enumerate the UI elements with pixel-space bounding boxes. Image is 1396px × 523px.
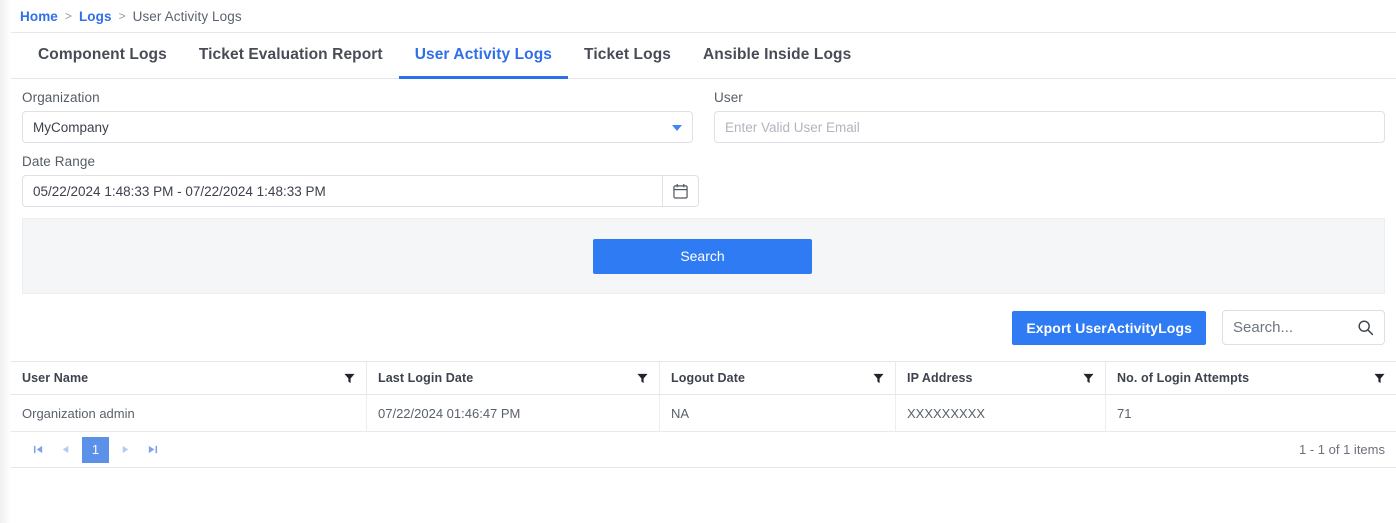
export-user-activity-logs-button[interactable]: Export UserActivityLogs: [1012, 310, 1206, 345]
breadcrumb-separator-icon: >: [64, 9, 72, 23]
date-range-label: Date Range: [22, 154, 96, 169]
filter-funnel-icon[interactable]: [1374, 373, 1385, 384]
date-range-field-group: Date Range 05/22/2024 1:48:33 PM - 07/22…: [22, 154, 1385, 207]
filter-funnel-icon[interactable]: [1083, 373, 1094, 384]
column-header-last-login-date[interactable]: Last Login Date: [367, 362, 660, 394]
cell-last-login-date: 07/22/2024 01:46:47 PM: [367, 395, 660, 431]
user-email-input[interactable]: Enter Valid User Email: [714, 111, 1385, 143]
filter-funnel-icon[interactable]: [637, 373, 648, 384]
organization-select[interactable]: MyCompany: [22, 111, 693, 143]
column-header-label: User Name: [22, 371, 89, 385]
content-area: Home > Logs > User Activity Logs Compone…: [11, 0, 1396, 523]
search-button[interactable]: Search: [593, 238, 812, 274]
breadcrumb-separator-icon: >: [118, 9, 126, 23]
calendar-icon: [673, 183, 688, 199]
cell-ip-address: XXXXXXXXX: [896, 395, 1106, 431]
column-header-login-attempts[interactable]: No. of Login Attempts: [1106, 362, 1396, 394]
page-root: Home > Logs > User Activity Logs Compone…: [0, 0, 1396, 523]
column-header-user-name[interactable]: User Name: [11, 362, 367, 394]
chevron-down-icon[interactable]: [672, 125, 682, 131]
tab-ticket-logs[interactable]: Ticket Logs: [568, 33, 687, 79]
next-page-button[interactable]: [112, 438, 139, 462]
cell-login-attempts: 71: [1117, 405, 1132, 421]
column-header-label: Logout Date: [671, 371, 746, 385]
column-header-ip-address[interactable]: IP Address: [896, 362, 1106, 394]
table-toolbar: Export UserActivityLogs Search...: [11, 294, 1396, 361]
left-gutter: [0, 0, 11, 523]
user-activity-logs-table: User Name Last Login Date Logout Date IP…: [11, 361, 1396, 432]
organization-field-group: Organization MyCompany: [22, 90, 693, 143]
date-range-input[interactable]: 05/22/2024 1:48:33 PM - 07/22/2024 1:48:…: [22, 175, 662, 207]
column-header-label: No. of Login Attempts: [1117, 371, 1250, 385]
table-search-input[interactable]: Search...: [1233, 319, 1293, 336]
first-page-icon: [33, 445, 43, 454]
last-page-button[interactable]: [139, 438, 166, 462]
filter-form: Organization MyCompany User Enter Valid …: [11, 79, 1396, 207]
last-page-icon: [148, 445, 158, 454]
organization-label: Organization: [22, 90, 100, 105]
column-header-label: IP Address: [907, 371, 973, 385]
table-search-box[interactable]: Search...: [1222, 310, 1385, 345]
first-page-button[interactable]: [25, 438, 52, 462]
bottom-spacer: [11, 468, 1396, 489]
breadcrumb: Home > Logs > User Activity Logs: [11, 0, 1396, 33]
tab-bar: Component Logs Ticket Evaluation Report …: [11, 33, 1396, 79]
user-label: User: [714, 90, 743, 105]
search-action-band: Search: [22, 218, 1385, 294]
column-header-logout-date[interactable]: Logout Date: [660, 362, 896, 394]
pagination-controls: 1: [25, 436, 166, 463]
next-page-icon: [122, 445, 129, 454]
table-header-row: User Name Last Login Date Logout Date IP…: [11, 361, 1396, 395]
organization-selected-value: MyCompany: [33, 119, 109, 135]
column-header-label: Last Login Date: [378, 371, 474, 385]
table-row[interactable]: Organization admin 07/22/2024 01:46:47 P…: [11, 395, 1396, 432]
user-field-group: User Enter Valid User Email: [714, 90, 1385, 143]
cell-logout-date: NA: [660, 395, 896, 431]
page-number-1[interactable]: 1: [82, 436, 109, 463]
pagination-bar: 1 1 - 1 of 1 items: [11, 432, 1396, 468]
pagination-item-count: 1 - 1 of 1 items: [1299, 442, 1385, 457]
tab-component-logs[interactable]: Component Logs: [22, 33, 183, 79]
tab-user-activity-logs[interactable]: User Activity Logs: [398, 33, 569, 79]
tab-ticket-evaluation-report[interactable]: Ticket Evaluation Report: [183, 33, 399, 79]
search-icon[interactable]: [1357, 319, 1374, 336]
cell-user-name: Organization admin: [11, 395, 367, 431]
prev-page-icon: [62, 445, 69, 454]
breadcrumb-item-current: User Activity Logs: [132, 8, 242, 24]
breadcrumb-item-logs[interactable]: Logs: [79, 9, 112, 24]
calendar-picker-button[interactable]: [662, 175, 699, 207]
filter-funnel-icon[interactable]: [344, 373, 355, 384]
prev-page-button[interactable]: [52, 438, 79, 462]
tab-ansible-inside-logs[interactable]: Ansible Inside Logs: [687, 33, 867, 79]
filter-funnel-icon[interactable]: [873, 373, 884, 384]
breadcrumb-item-home[interactable]: Home: [20, 9, 58, 24]
